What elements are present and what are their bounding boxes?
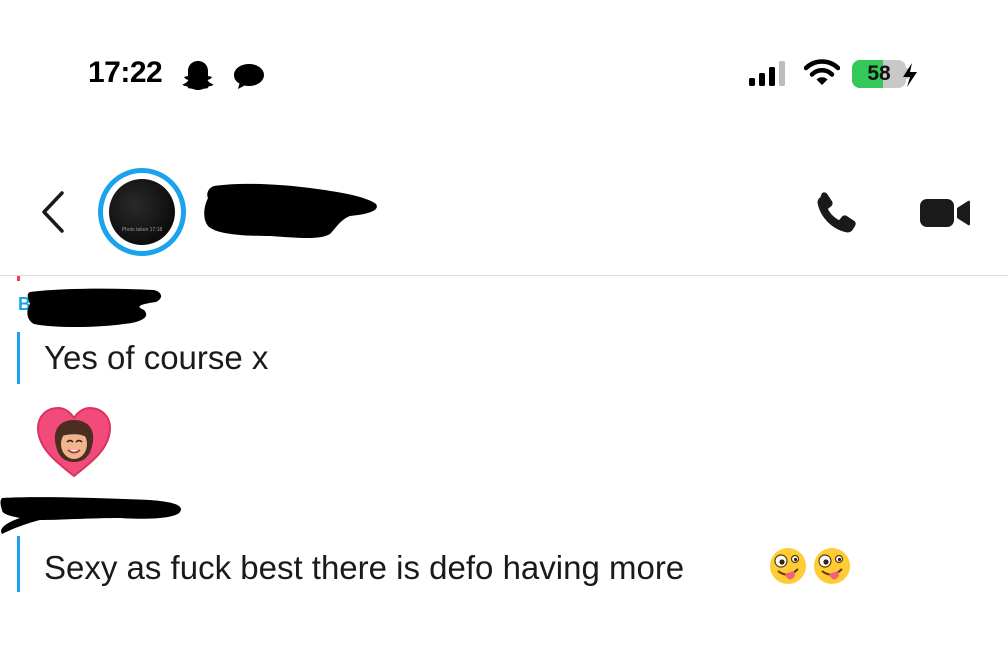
- status-time: 17:22: [88, 56, 163, 89]
- message-text[interactable]: Yes of course x: [44, 339, 268, 377]
- avatar-story-ring[interactable]: Photo taken 17:18: [98, 168, 186, 256]
- bitmoji-heart-sticker[interactable]: [34, 404, 114, 480]
- message-text[interactable]: Sexy as fuck best there is defo having m…: [44, 549, 684, 587]
- message-bar: [17, 536, 20, 592]
- avatar-caption: Photo taken 17:18: [121, 227, 163, 233]
- chat-bubble-icon: [234, 64, 264, 89]
- unread-marker: [17, 276, 20, 281]
- charging-bolt-icon: [903, 63, 917, 87]
- sender-name-redaction: [27, 288, 162, 327]
- zany-face-emoji: [814, 548, 850, 584]
- wifi-icon: [804, 59, 840, 85]
- battery-indicator: 58: [852, 60, 906, 88]
- avatar[interactable]: Photo taken 17:18: [109, 179, 175, 245]
- signal-icon: [749, 61, 785, 86]
- video-camera-icon[interactable]: [918, 196, 972, 230]
- sender-name-redaction: [0, 497, 181, 534]
- ghost-icon: [182, 61, 214, 90]
- zany-face-emoji: [770, 548, 806, 584]
- phone-icon[interactable]: [812, 190, 860, 236]
- header-divider: [0, 275, 1008, 276]
- contact-name-redaction: [204, 183, 377, 238]
- message-bar: [17, 332, 20, 384]
- battery-level: 58: [867, 62, 891, 85]
- chevron-left-icon[interactable]: [38, 190, 68, 234]
